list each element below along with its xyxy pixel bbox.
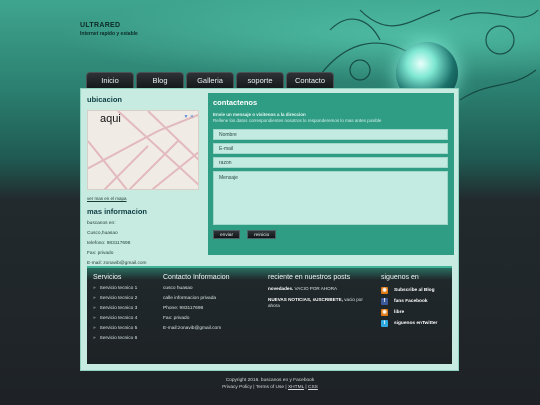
reason-field[interactable]: razon: [213, 157, 448, 168]
contact-instructions: Rellene los datos correspondientes nosot…: [213, 118, 382, 123]
news-column: reciente en nuestros posts novedades. VA…: [268, 274, 374, 309]
contact-info-line: cusco huasao: [163, 286, 193, 291]
message-field[interactable]: Mensaje: [213, 171, 448, 225]
arrow-icon: »: [93, 306, 96, 311]
contact-info-title: Contacto Informacion: [163, 274, 230, 281]
copyright-line: Copyright 2016. buscanos en y Facebook: [225, 378, 315, 383]
rss-icon: ◉: [381, 309, 388, 316]
terms-link[interactable]: Terms of Use: [256, 385, 284, 390]
nav-blog[interactable]: Blog: [136, 72, 184, 88]
news-item[interactable]: novedades. VACIO POR AHORA: [268, 286, 366, 292]
info-line: Fax: privado: [87, 251, 114, 256]
arrow-icon: »: [93, 316, 96, 321]
service-link[interactable]: » Servicio tecnico 2: [93, 296, 159, 301]
arrow-icon: »: [93, 296, 96, 301]
map-marker-label: aqui: [100, 113, 121, 125]
brand: ULTRARED Internet rapido y estable: [80, 22, 138, 37]
map-controls-icon[interactable]: ▼ ✕: [183, 114, 194, 120]
news-title: reciente en nuestros posts: [268, 274, 351, 281]
content-panel: ubicacion aqui ▼ ✕ ver mas en el mapa ma…: [80, 88, 459, 371]
copyright: Copyright 2016. buscanos en y Facebook P…: [0, 377, 540, 391]
nav-inicio[interactable]: Inicio: [86, 72, 134, 88]
service-link[interactable]: » Servicio tecnico 3: [93, 306, 159, 311]
legal-links: Privacy Policy | Terms of Use | XHTML | …: [222, 385, 318, 390]
site-title: ULTRARED: [80, 22, 121, 29]
nav-contacto[interactable]: Contacto: [286, 72, 334, 88]
name-field[interactable]: Nombre: [213, 129, 448, 140]
site-tagline: Internet rapido y estable: [80, 31, 138, 37]
service-link[interactable]: » Servicio tecnico 4: [93, 316, 159, 321]
follow-facebook-link[interactable]: f fans Facebook: [381, 298, 449, 305]
info-line: telefono: 983117698: [87, 241, 131, 246]
services-title: Servicios: [93, 274, 122, 281]
info-line: buscanos en:: [87, 221, 116, 226]
rss-icon: ◉: [381, 287, 388, 294]
nav-soporte[interactable]: soporte: [236, 72, 284, 88]
service-link[interactable]: » Servicio tecnico 6: [93, 336, 159, 341]
follow-blog-link[interactable]: ◉ Subscribe al Blog: [381, 287, 449, 294]
news-item[interactable]: NUEVAS NOTICIAS, sUSCRIBETE, vacio por a…: [268, 297, 366, 309]
arrow-icon: »: [93, 286, 96, 291]
contact-info-line: E-mail:zonavib@gmail.com: [163, 326, 222, 331]
email-field[interactable]: E-mail: [213, 143, 448, 154]
facebook-icon: f: [381, 298, 388, 305]
privacy-link[interactable]: Privacy Policy: [222, 385, 252, 390]
contact-info-line: calle informacion privada: [163, 296, 217, 301]
follow-title: siguenos en: [381, 274, 419, 281]
map-widget[interactable]: aqui ▼ ✕: [87, 110, 199, 190]
info-title: mas informacion: [87, 207, 148, 216]
reset-button[interactable]: reinicio: [247, 230, 277, 239]
location-title: ubicacion: [87, 95, 123, 104]
xhtml-link[interactable]: XHTML: [288, 385, 304, 390]
location-column: ubicacion aqui ▼ ✕ ver mas en el mapa ma…: [87, 95, 202, 266]
contact-form: contactenos Envie un mensaje o visitenos…: [208, 93, 454, 255]
contact-intro: Envie un mensaje o visitenos a la direcc…: [213, 112, 306, 117]
css-link[interactable]: CSS: [308, 385, 318, 390]
service-link[interactable]: » Servicio tecnico 5: [93, 326, 159, 331]
contact-info-column: Contacto Informacion cusco huasao calle …: [163, 274, 263, 331]
contact-title: contactenos: [213, 98, 258, 107]
send-button[interactable]: enviar: [213, 230, 241, 239]
twitter-icon: t: [381, 320, 388, 327]
contact-info-line: Phone: 983117698: [163, 306, 204, 311]
follow-column: siguenos en ◉ Subscribe al Blog f fans Fac…: [381, 274, 449, 327]
nav-galleria[interactable]: Galleria: [186, 72, 234, 88]
arrow-icon: »: [93, 336, 96, 341]
form-buttons: enviar reinicio: [213, 230, 449, 239]
service-link[interactable]: » Servicio tecnico 1: [93, 286, 159, 291]
info-line: Cusco,huasao: [87, 231, 118, 236]
follow-twitter-link[interactable]: t siguenos enTwitter: [381, 320, 449, 327]
contact-info-line: Fax: privado: [163, 316, 190, 321]
footer-box: Servicios » Servicio tecnico 1 » Servicio …: [87, 266, 452, 364]
map-link[interactable]: ver mas en el mapa: [87, 196, 202, 201]
main-nav: Inicio Blog Galleria soporte Contacto: [86, 72, 334, 88]
arrow-icon: »: [93, 326, 96, 331]
follow-libre-link[interactable]: ◉ libre: [381, 309, 449, 316]
services-column: Servicios » Servicio tecnico 1 » Servicio …: [93, 274, 159, 341]
